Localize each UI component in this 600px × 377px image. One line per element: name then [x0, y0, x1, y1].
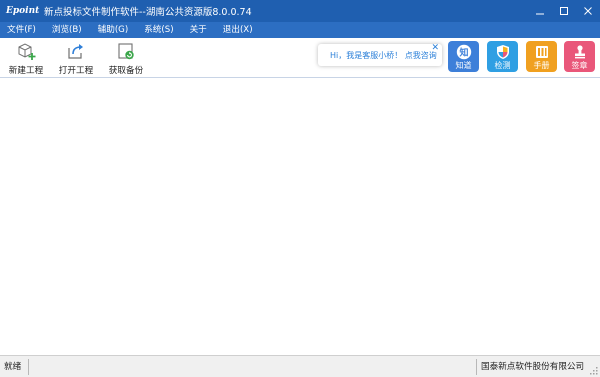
zhidao-icon: 知 [456, 44, 472, 60]
jiance-label: 检测 [494, 61, 511, 70]
zhidao-button[interactable]: 知 知道 [448, 41, 479, 72]
maximize-icon [560, 7, 568, 15]
open-project-button[interactable]: 打开工程 [56, 40, 96, 76]
minimize-icon [536, 13, 544, 15]
close-button[interactable] [576, 0, 600, 22]
chat-bubble-text[interactable]: Hi，我是客服小桥！ 点我咨询 [318, 50, 437, 61]
qianzhang-button[interactable]: 签章 [564, 41, 595, 72]
jiance-button[interactable]: 检测 [487, 41, 518, 72]
close-icon [584, 7, 592, 15]
zhidao-label: 知道 [455, 61, 472, 70]
shouce-label: 手册 [533, 61, 550, 70]
main-workspace [0, 79, 600, 355]
customer-service-chat-bubble[interactable]: Hi，我是客服小桥！ 点我咨询 ✕ [318, 43, 442, 66]
minimize-button[interactable] [528, 0, 552, 22]
menu-assist[interactable]: 辅助(G) [94, 22, 133, 38]
zhidao-glyph: 知 [458, 47, 468, 59]
window-title: 新点投标文件制作软件--湖南公共资源版8.0.0.74 [44, 7, 252, 18]
company-name: 国泰新点软件股份有限公司 [481, 362, 585, 372]
chat-close-icon[interactable]: ✕ [431, 43, 439, 53]
new-project-label: 新建工程 [8, 66, 44, 76]
menu-file[interactable]: 文件(F) [3, 22, 40, 38]
stamp-icon [572, 44, 588, 60]
get-backup-button[interactable]: 获取备份 [106, 40, 146, 76]
menu-bar: 文件(F) 浏览(B) 辅助(G) 系统(S) 关于 退出(X) [0, 22, 600, 38]
menu-browse[interactable]: 浏览(B) [48, 22, 86, 38]
new-project-button[interactable]: 新建工程 [6, 40, 46, 76]
status-divider [28, 359, 29, 375]
qianzhang-label: 签章 [571, 61, 588, 70]
open-arrow-icon [65, 40, 87, 62]
resize-grip-icon[interactable] [590, 367, 598, 375]
status-text: 就绪 [4, 362, 22, 372]
menu-about[interactable]: 关于 [186, 22, 211, 38]
status-bar: 就绪 国泰新点软件股份有限公司 [0, 355, 600, 377]
shouce-button[interactable]: 手册 [526, 41, 557, 72]
status-divider [476, 359, 477, 375]
title-bar: Epoint 新点投标文件制作软件--湖南公共资源版8.0.0.74 [0, 0, 600, 22]
maximize-button[interactable] [552, 0, 576, 22]
open-project-label: 打开工程 [58, 66, 94, 76]
window-controls [528, 0, 600, 22]
book-icon [534, 44, 550, 60]
menu-system[interactable]: 系统(S) [140, 22, 177, 38]
get-backup-label: 获取备份 [108, 66, 144, 76]
refresh-box-icon [115, 40, 137, 62]
shield-icon [495, 44, 511, 60]
app-logo: Epoint [6, 6, 40, 16]
menu-exit[interactable]: 退出(X) [219, 22, 257, 38]
cube-plus-icon [15, 40, 37, 62]
